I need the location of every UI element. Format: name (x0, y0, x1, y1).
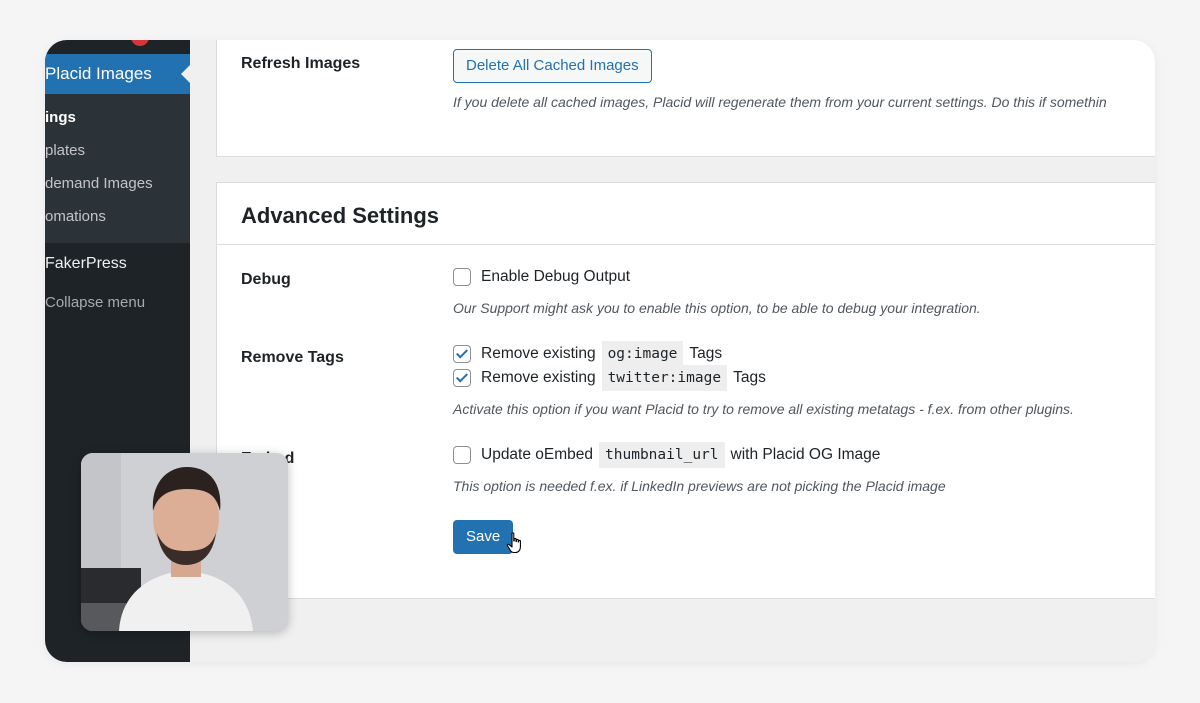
submenu-item-templates[interactable]: plates (45, 140, 85, 162)
submenu-item-automations[interactable]: omations (45, 206, 106, 228)
remove-tags-description: Activate this option if you want Placid … (453, 401, 1074, 417)
current-menu-arrow-icon (181, 65, 190, 83)
remove-og-image-option[interactable]: Remove existing og:image Tags (453, 341, 723, 367)
collapse-menu-button[interactable]: Collapse menu (45, 291, 145, 315)
refresh-images-description: If you delete all cached images, Placid … (453, 94, 1107, 110)
option-text: Update oEmbed (481, 446, 594, 463)
notification-badge (131, 40, 149, 46)
save-button[interactable]: Save (453, 520, 514, 554)
oembed-description: This option is needed f.ex. if LinkedIn … (453, 478, 946, 494)
presenter-video (81, 453, 288, 631)
menu-item-fakerpress[interactable]: FakerPress (45, 252, 127, 276)
og-image-code: og:image (601, 341, 684, 367)
debug-option[interactable]: Enable Debug Output (453, 266, 630, 288)
advanced-settings-panel: Advanced Settings Debug Enable Debug Out… (216, 182, 1155, 599)
debug-description: Our Support might ask you to enable this… (453, 300, 981, 316)
refresh-images-panel: Refresh Images Delete All Cached Images … (216, 40, 1155, 157)
option-text: Tags (733, 369, 766, 386)
remove-og-image-checkbox[interactable] (453, 345, 471, 363)
twitter-image-code: twitter:image (601, 365, 728, 391)
menu-item-placid-images[interactable]: Placid Images (45, 54, 190, 94)
option-text: Tags (689, 345, 723, 362)
delete-cached-images-button[interactable]: Delete All Cached Images (453, 49, 652, 83)
option-text: with Placid OG Image (730, 446, 881, 463)
refresh-images-label: Refresh Images (241, 55, 361, 72)
remove-tags-label: Remove Tags (241, 349, 344, 366)
oembed-option[interactable]: Update oEmbed thumbnail_url with Placid … (453, 442, 881, 468)
option-text: Remove existing (481, 345, 596, 362)
thumbnail-url-code: thumbnail_url (599, 442, 725, 468)
webcam-overlay (81, 453, 288, 631)
option-text: Remove existing (481, 369, 596, 386)
remove-twitter-image-option[interactable]: Remove existing twitter:image Tags (453, 365, 766, 391)
section-title: Advanced Settings (241, 203, 440, 228)
submenu-item-settings[interactable]: ings (45, 107, 76, 129)
menu-item-label: Placid Images (45, 64, 152, 83)
remove-twitter-image-checkbox[interactable] (453, 369, 471, 387)
oembed-checkbox[interactable] (453, 446, 471, 464)
debug-label: Debug (241, 271, 291, 288)
placid-submenu: ings plates demand Images omations (45, 94, 190, 243)
section-divider (217, 244, 1155, 245)
debug-checkbox-label: Enable Debug Output (481, 268, 631, 285)
debug-checkbox[interactable] (453, 268, 471, 286)
submenu-item-ondemand-images[interactable]: demand Images (45, 173, 153, 195)
hand-cursor-icon (506, 532, 521, 554)
